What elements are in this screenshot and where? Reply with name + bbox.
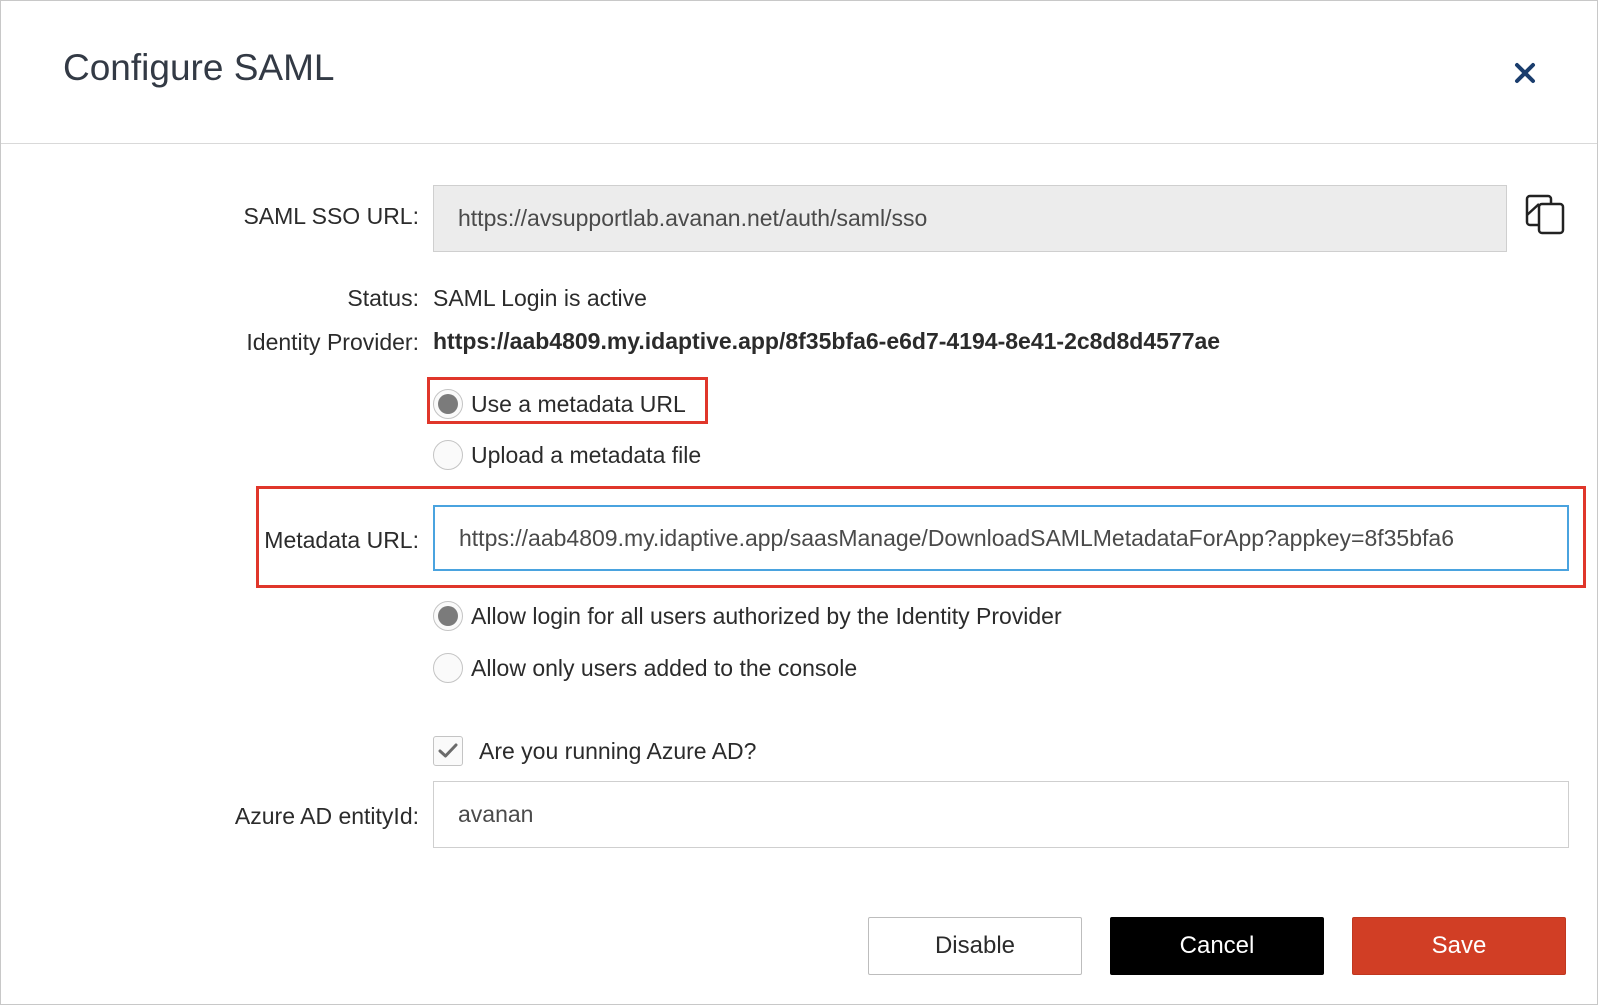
azure-entity-value: avanan [458,801,534,827]
metadata-url-input[interactable]: https://aab4809.my.idaptive.app/saasMana… [433,505,1569,571]
azure-ad-checkbox[interactable] [433,736,463,766]
metadata-url-value: https://aab4809.my.idaptive.app/saasMana… [459,524,1454,551]
radio-allow-all-idp-users[interactable]: Allow login for all users authorized by … [433,601,1062,631]
radio-label: Use a metadata URL [471,390,686,417]
dialog-title: Configure SAML [63,47,335,88]
close-button[interactable] [1509,57,1541,89]
idp-value: https://aab4809.my.idaptive.app/8f35bfa6… [433,328,1221,354]
sso-url-label: SAML SSO URL: [243,203,419,229]
cancel-button[interactable]: Cancel [1110,917,1324,975]
metadata-url-label: Metadata URL: [264,527,419,553]
azure-entity-label: Azure AD entityId: [234,803,419,829]
copy-button[interactable] [1525,193,1567,235]
checkmark-icon [438,743,458,758]
radio-label: Upload a metadata file [471,441,702,468]
status-label: Status: [347,285,419,311]
radio-use-metadata-url[interactable]: Use a metadata URL [433,389,686,419]
copy-icon [1525,194,1565,235]
save-button[interactable]: Save [1352,917,1566,975]
radio-upload-metadata-file[interactable]: Upload a metadata file [433,440,701,470]
disable-button[interactable]: Disable [868,917,1082,975]
idp-label: Identity Provider: [246,329,419,355]
radio-label: Allow only users added to the console [471,654,858,681]
radio-button[interactable] [433,653,463,683]
close-icon [1515,63,1535,83]
radio-label: Allow login for all users authorized by … [471,602,1062,629]
radio-button-selected[interactable] [433,389,463,419]
dialog-header: Configure SAML [1,1,1597,144]
sso-url-value: https://avsupportlab.avanan.net/auth/sam… [458,205,928,231]
radio-allow-console-users-only[interactable]: Allow only users added to the console [433,653,857,683]
sso-url-field[interactable]: https://avsupportlab.avanan.net/auth/sam… [433,185,1507,252]
radio-button[interactable] [433,440,463,470]
status-value: SAML Login is active [433,285,647,311]
configure-saml-dialog: Configure SAML SAML SSO URL: https://avs… [0,0,1598,1005]
azure-ad-checkbox-row[interactable]: Are you running Azure AD? [433,736,756,766]
azure-entity-input[interactable]: avanan [433,781,1569,848]
radio-button-selected[interactable] [433,601,463,631]
azure-ad-checkbox-label: Are you running Azure AD? [479,737,757,764]
